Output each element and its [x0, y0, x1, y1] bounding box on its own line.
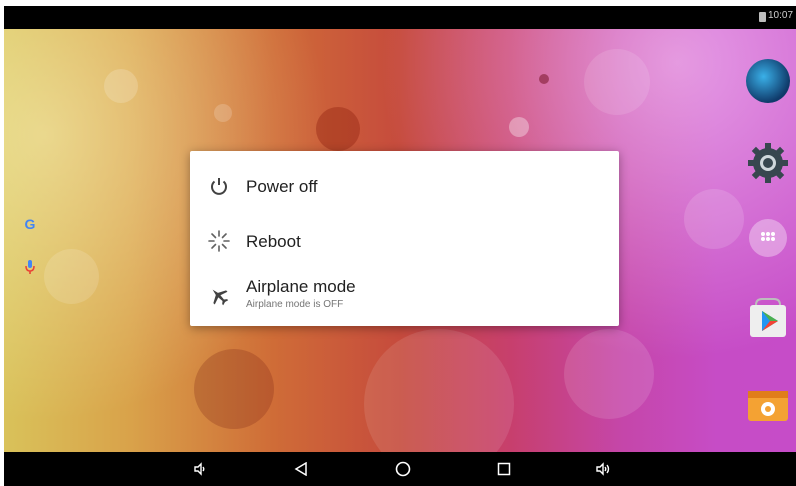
tools-app-icon[interactable]: [746, 385, 790, 423]
status-bar: 10:07: [4, 6, 796, 29]
wallpaper-bubble: [564, 329, 654, 419]
airplane-mode-status: Airplane mode is OFF: [246, 299, 344, 310]
power-menu-dialog: Power off Reboot Airplane mode Airplane …: [190, 151, 619, 326]
power-off-label: Power off: [246, 177, 318, 196]
volume-up-icon[interactable]: [584, 452, 624, 486]
wallpaper-bubble: [44, 249, 99, 304]
power-off-option[interactable]: Power off: [190, 161, 619, 211]
navigation-bar: [4, 452, 796, 486]
wallpaper-bubble: [364, 329, 514, 452]
browser-globe-icon[interactable]: [746, 59, 790, 103]
wallpaper-bubble: [684, 189, 744, 249]
device-screen: 10:07 G Power off Reboot Airplane mode A…: [4, 6, 796, 486]
airplane-icon: [206, 283, 232, 309]
wallpaper-bubble: [104, 69, 138, 103]
airplane-mode-option[interactable]: Airplane mode Airplane mode is OFF: [190, 269, 619, 319]
back-icon[interactable]: [281, 452, 321, 486]
reboot-icon: [206, 228, 232, 254]
wallpaper-bubble: [539, 74, 549, 84]
voice-search-icon[interactable]: [24, 259, 36, 275]
recents-icon[interactable]: [484, 452, 524, 486]
wallpaper-bubble: [584, 49, 650, 115]
reboot-option[interactable]: Reboot: [190, 216, 619, 266]
google-search-icon[interactable]: G: [22, 216, 38, 232]
settings-app-icon[interactable]: [746, 141, 790, 185]
reboot-label: Reboot: [246, 232, 301, 251]
battery-icon: [759, 12, 766, 22]
wallpaper-bubble: [194, 349, 274, 429]
airplane-mode-label: Airplane mode: [246, 277, 356, 296]
play-store-icon[interactable]: [746, 297, 790, 341]
wallpaper-bubble: [214, 104, 232, 122]
power-icon: [206, 173, 232, 199]
app-drawer-icon[interactable]: [749, 219, 787, 257]
status-time: 10:07: [768, 10, 794, 21]
volume-down-icon[interactable]: [180, 452, 220, 486]
wallpaper-bubble: [509, 117, 529, 137]
home-icon[interactable]: [383, 452, 423, 486]
wallpaper-bubble: [316, 107, 360, 151]
